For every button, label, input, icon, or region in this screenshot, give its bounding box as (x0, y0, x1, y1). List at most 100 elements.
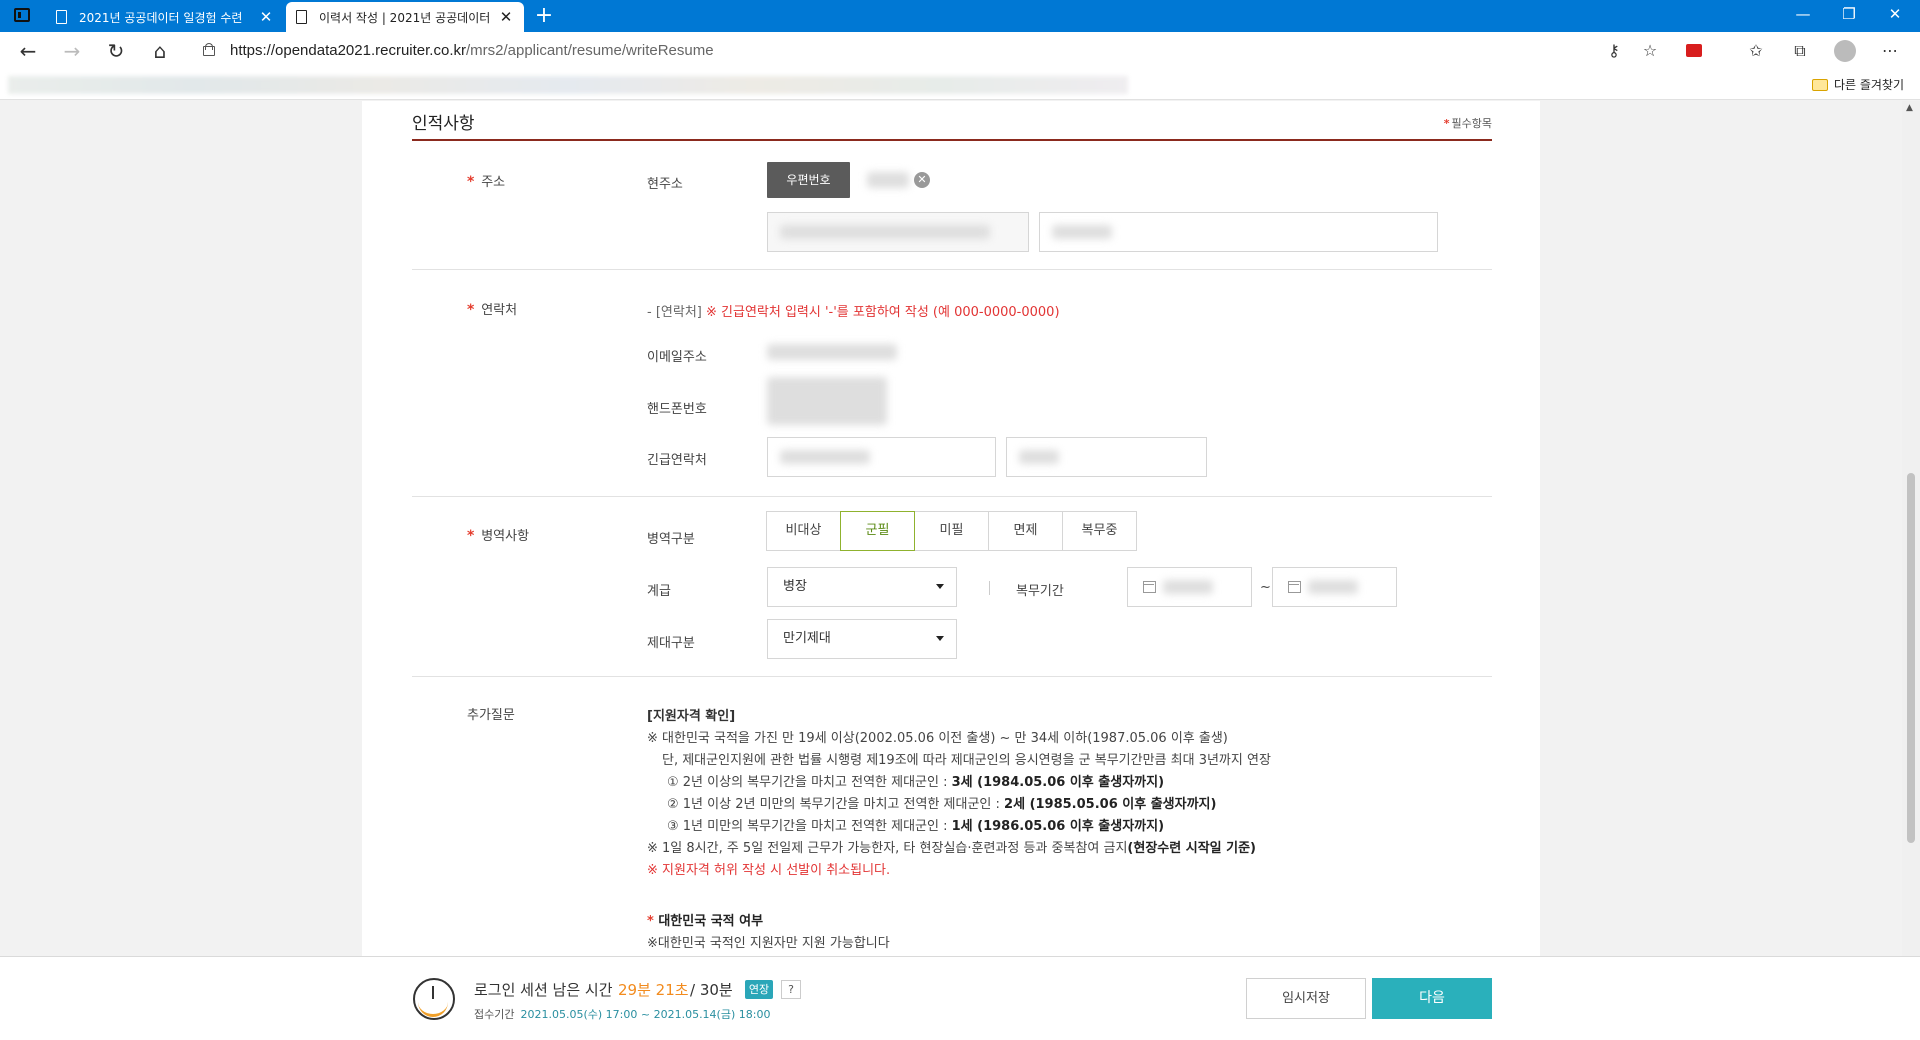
period-label: 접수기간 (474, 1008, 515, 1021)
email-value (767, 344, 897, 360)
military-option-completed[interactable]: 군필 (840, 511, 915, 551)
divider (412, 676, 1492, 677)
military-option-serving[interactable]: 복무중 (1062, 511, 1137, 551)
tab-label: 이력서 작성 | 2021년 공공데이터 (319, 10, 491, 25)
emergency-relation-input[interactable] (1006, 437, 1207, 477)
eligibility-line-5: ③ 1년 미만의 복무기간을 마치고 전역한 제대군인 : 1세 (1986.0… (667, 816, 1164, 838)
eligibility-line-6: ※ 1일 8시간, 주 5일 전일제 근무가 가능한자, 타 현장실습·훈련과정… (647, 838, 1256, 860)
eligibility-line-4: ② 1년 이상 2년 미만의 복무기간을 마치고 전역한 제대군인 : 2세 (… (667, 794, 1216, 816)
tab-actions-icon[interactable] (14, 8, 30, 22)
emergency-relation-value (1019, 450, 1059, 464)
rank-select[interactable]: 병장 (767, 567, 957, 607)
other-favorites-label: 다른 즐겨찾기 (1833, 78, 1904, 92)
military-option-incomplete[interactable]: 미필 (914, 511, 989, 551)
add-favorite-icon[interactable]: ☆ (1640, 41, 1660, 61)
required-star-icon: * (467, 528, 480, 544)
required-star-icon: * (467, 302, 480, 318)
required-note: * 필수항목 (1444, 115, 1492, 131)
url-field[interactable]: https://opendata2021.recruiter.co.kr/mrs… (230, 40, 714, 62)
service-end-value (1308, 580, 1358, 594)
phone-label: 핸드폰번호 (647, 402, 707, 417)
lock-icon[interactable] (203, 43, 215, 56)
military-label-text: 병역사항 (481, 529, 530, 544)
new-tab-icon[interactable]: + (532, 3, 556, 28)
restore-icon[interactable]: ❐ (1826, 0, 1872, 32)
eligibility-line-3-bold: 3세 (1984.05.06 이후 출생자까지) (951, 775, 1165, 790)
temp-save-button[interactable]: 임시저장 (1246, 978, 1366, 1019)
back-icon[interactable]: ← (13, 38, 43, 64)
calendar-icon (1288, 581, 1301, 593)
eligibility-line-3-text: ① 2년 이상의 복무기간을 마치고 전역한 제대군인 : (667, 775, 952, 790)
phone-value (767, 377, 887, 425)
eligibility-heading: [지원자격 확인] (647, 709, 736, 724)
emergency-contact-input[interactable] (767, 437, 996, 477)
contact-label: * 연락처 (467, 299, 517, 318)
clear-zip-icon[interactable]: ✕ (914, 172, 930, 188)
eligibility-line-5-text: ③ 1년 미만의 복무기간을 마치고 전역한 제대군인 : (667, 819, 952, 834)
close-tab-icon[interactable]: ✕ (498, 8, 514, 26)
discharge-type-value: 만기제대 (783, 631, 831, 646)
extension-icon[interactable] (1686, 44, 1702, 57)
next-button[interactable]: 다음 (1372, 978, 1492, 1019)
profile-icon[interactable] (1834, 40, 1856, 62)
address-bar-row: ← → ↻ ⌂ https://opendata2021.recruiter.c… (0, 32, 1920, 70)
page-scrollbar[interactable]: ▲ (1902, 101, 1920, 956)
address-line2-input[interactable] (1039, 212, 1438, 252)
required-note-label: 필수항목 (1451, 117, 1492, 130)
zip-code-button[interactable]: 우편번호 (767, 162, 850, 198)
refresh-icon[interactable]: ↻ (101, 38, 131, 64)
eligibility-line-3: ① 2년 이상의 복무기간을 마치고 전역한 제대군인 : 3세 (1984.0… (667, 772, 1164, 794)
address-label: * 주소 (467, 171, 505, 190)
eligibility-line-6-bold: (현장수련 시작일 기준) (1127, 841, 1256, 856)
email-label: 이메일주소 (647, 350, 707, 365)
minimize-icon[interactable]: — (1780, 0, 1826, 32)
rank-select-value: 병장 (783, 579, 807, 594)
close-window-icon[interactable]: ✕ (1872, 0, 1918, 32)
calendar-icon (1143, 581, 1156, 593)
page-viewport: 인적사항 * 필수항목 * 주소 현주소 우편번호 ✕ * 연락처 - [연락처]… (0, 101, 1902, 956)
rank-label: 계급 (647, 584, 671, 599)
military-option-exempt[interactable]: 면제 (988, 511, 1063, 551)
scroll-thumb[interactable] (1907, 473, 1915, 843)
tab-active[interactable]: 이력서 작성 | 2021년 공공데이터 ✕ (286, 2, 524, 32)
divider (989, 581, 990, 595)
eligibility-line-6-text: ※ 1일 8시간, 주 5일 전일제 근무가 가능한자, 타 현장실습·훈련과정… (647, 841, 1128, 856)
section-title: 인적사항 (412, 114, 475, 134)
session-remaining: 29분 21초 (618, 981, 689, 999)
favorites-icon[interactable]: ✩ (1746, 41, 1766, 61)
military-type-segmented: 비대상 군필 미필 면제 복무중 (766, 511, 1137, 551)
contact-notice-text: ※ 긴급연락처 입력시 '-'를 포함하여 작성 (예 000-0000-000… (706, 305, 1060, 320)
service-end-input[interactable] (1272, 567, 1397, 607)
address-line2-value (1052, 225, 1112, 239)
key-icon[interactable]: ⚷ (1604, 41, 1624, 61)
timer-icon (413, 978, 455, 1020)
home-icon[interactable]: ⌂ (145, 38, 175, 64)
tab-inactive[interactable]: 2021년 공공데이터 일경험 수련 ✕ (46, 2, 284, 32)
favorites-bar: 다른 즐겨찾기 (0, 70, 1920, 100)
period-dates: 2021.05.05(수) 17:00 ~ 2021.05.14(금) 18:0… (520, 1008, 771, 1021)
required-star-icon: * (467, 174, 480, 190)
favorites-items[interactable] (8, 76, 1128, 94)
other-favorites[interactable]: 다른 즐겨찾기 (1811, 76, 1904, 93)
military-type-label: 병역구분 (647, 532, 695, 547)
military-option-none[interactable]: 비대상 (766, 511, 841, 551)
forward-icon[interactable]: → (57, 38, 87, 64)
discharge-type-select[interactable]: 만기제대 (767, 619, 957, 659)
session-label: 로그인 세션 남은 시간 (474, 981, 613, 999)
collections-icon[interactable]: ⧉ (1790, 41, 1810, 61)
eligibility-line-4-text: ② 1년 이상 2년 미만의 복무기간을 마치고 전역한 제대군인 : (667, 797, 1005, 812)
address-line1-value (780, 225, 990, 239)
extend-session-button[interactable]: 연장 (745, 980, 773, 999)
scroll-up-icon[interactable]: ▲ (1906, 103, 1913, 113)
required-star-icon: * (647, 914, 659, 929)
emergency-contact-value (780, 450, 870, 464)
close-tab-icon[interactable]: ✕ (258, 8, 274, 26)
service-start-input[interactable] (1127, 567, 1252, 607)
eligibility-line-5-bold: 1세 (1986.05.06 이후 출생자까지) (951, 819, 1165, 834)
url-host: https://opendata2021.recruiter.co.kr (230, 42, 466, 59)
more-menu-icon[interactable]: ⋯ (1880, 41, 1900, 61)
help-button[interactable]: ? (781, 980, 801, 999)
contact-label-text: 연락처 (481, 303, 518, 318)
address-line1-input[interactable] (767, 212, 1029, 252)
url-path: /mrs2/applicant/resume/writeResume (465, 42, 714, 59)
